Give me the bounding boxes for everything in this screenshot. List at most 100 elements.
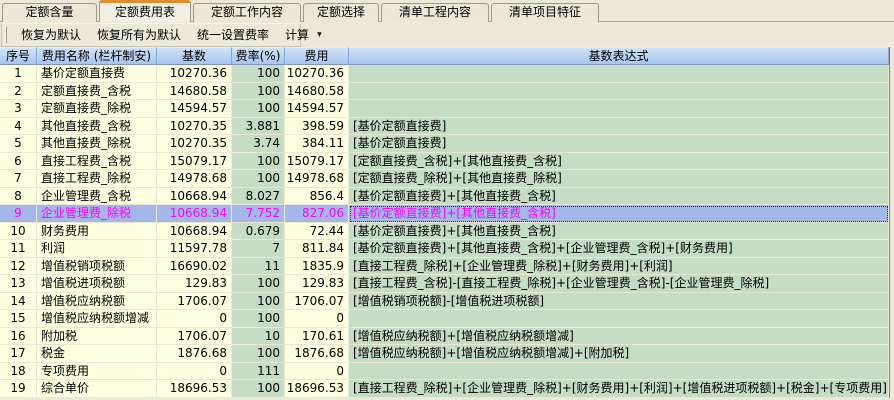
cell-expression[interactable]: [基价定额直接费]+[其他直接费_含税]+[企业管理费_含税]+[财务费用] [349, 240, 889, 258]
cell-rate[interactable]: 100 [232, 83, 285, 101]
cell-expression[interactable]: [定额直接费_含税]+[其他直接费_含税] [349, 153, 889, 171]
cell-seq[interactable]: 14 [0, 293, 37, 311]
cell-rate[interactable]: 111 [232, 363, 285, 381]
table-row[interactable]: 9企业管理费_除税10668.947.752827.06[基价定额直接费]+[其… [0, 205, 889, 223]
cell-expression[interactable]: [增值税销项税额]-[增值税进项税额] [349, 293, 889, 311]
cell-fee[interactable]: 72.44 [285, 223, 349, 241]
cell-rate[interactable]: 100 [232, 345, 285, 363]
cell-seq[interactable]: 9 [0, 205, 37, 223]
cell-seq[interactable]: 7 [0, 170, 37, 188]
tab-quota-work-content[interactable]: 定额工作内容 [193, 3, 301, 22]
cell-base[interactable]: 10668.94 [157, 205, 232, 223]
cell-seq[interactable]: 6 [0, 153, 37, 171]
cell-seq[interactable]: 12 [0, 258, 37, 276]
cell-rate[interactable]: 8.027 [232, 188, 285, 206]
cell-seq[interactable]: 4 [0, 118, 37, 136]
cell-seq[interactable]: 17 [0, 345, 37, 363]
calculate-button[interactable]: 计算 [277, 25, 317, 45]
cell-fee[interactable]: 827.06 [285, 205, 349, 223]
cell-name[interactable]: 综合单价 [37, 380, 157, 398]
cell-fee[interactable]: 18696.53 [285, 380, 349, 398]
table-row[interactable]: 7直接工程费_除税14978.6810014978.68[定额直接费_除税]+[… [0, 170, 889, 188]
cell-fee[interactable]: 0 [285, 310, 349, 328]
tab-quota-fee-table[interactable]: 定额费用表 [99, 0, 191, 22]
cell-expression[interactable]: [基价定额直接费] [349, 135, 889, 153]
cell-fee[interactable]: 14680.58 [285, 83, 349, 101]
tab-list-item-feature[interactable]: 清单项目特征 [491, 3, 599, 22]
cell-name[interactable]: 税金 [37, 345, 157, 363]
cell-expression[interactable] [349, 83, 889, 101]
cell-name[interactable]: 附加税 [37, 328, 157, 346]
cell-fee[interactable]: 1706.07 [285, 293, 349, 311]
cell-rate[interactable]: 100 [232, 275, 285, 293]
cell-name[interactable]: 基价定额直接费 [37, 65, 157, 83]
cell-expression[interactable]: [基价定额直接费]+[其他直接费_含税] [349, 205, 889, 223]
cell-base[interactable]: 1706.07 [157, 328, 232, 346]
cell-fee[interactable]: 384.11 [285, 135, 349, 153]
cell-base[interactable]: 0 [157, 363, 232, 381]
cell-seq[interactable]: 8 [0, 188, 37, 206]
table-row[interactable]: 1基价定额直接费10270.3610010270.36 [0, 65, 889, 83]
table-row[interactable]: 3定额直接费_除税14594.5710014594.57 [0, 100, 889, 118]
table-row[interactable]: 19综合单价18696.5310018696.53[直接工程费_除税]+[企业管… [0, 380, 889, 398]
cell-name[interactable]: 企业管理费_含税 [37, 188, 157, 206]
tab-quota-select[interactable]: 定额选择 [303, 3, 379, 22]
cell-expression[interactable] [349, 363, 889, 381]
chevron-down-icon[interactable]: ▾ [317, 24, 326, 46]
cell-seq[interactable]: 18 [0, 363, 37, 381]
cell-seq[interactable]: 13 [0, 275, 37, 293]
unified-set-rate-button[interactable]: 统一设置费率 [189, 25, 277, 45]
cell-fee[interactable]: 14594.57 [285, 100, 349, 118]
cell-base[interactable]: 0 [157, 310, 232, 328]
cell-expression[interactable]: [基价定额直接费]+[其他直接费_含税] [349, 223, 889, 241]
cell-rate[interactable]: 100 [232, 65, 285, 83]
cell-name[interactable]: 增值税应纳税额 [37, 293, 157, 311]
cell-seq[interactable]: 15 [0, 310, 37, 328]
cell-expression[interactable]: [直接工程费_除税]+[企业管理费_除税]+[财务费用]+[利润]+[增值税进项… [349, 380, 889, 398]
cell-expression[interactable]: [直接工程费_除税]+[企业管理费_除税]+[财务费用]+[利润] [349, 258, 889, 276]
cell-name[interactable]: 增值税应纳税额增减 [37, 310, 157, 328]
cell-expression[interactable]: [定额直接费_除税]+[其他直接费_除税] [349, 170, 889, 188]
cell-base[interactable]: 10270.35 [157, 118, 232, 136]
cell-rate[interactable]: 7.752 [232, 205, 285, 223]
cell-name[interactable]: 增值税进项税额 [37, 275, 157, 293]
cell-name[interactable]: 企业管理费_除税 [37, 205, 157, 223]
cell-seq[interactable]: 1 [0, 65, 37, 83]
cell-name[interactable]: 财务费用 [37, 223, 157, 241]
table-row[interactable]: 10财务费用10668.940.67972.44[基价定额直接费]+[其他直接费… [0, 223, 889, 241]
tab-list-work-content[interactable]: 清单工程内容 [381, 3, 489, 22]
cell-base[interactable]: 10270.35 [157, 135, 232, 153]
cell-seq[interactable]: 16 [0, 328, 37, 346]
cell-base[interactable]: 16690.02 [157, 258, 232, 276]
cell-rate[interactable]: 3.881 [232, 118, 285, 136]
tab-quota-content[interactable]: 定额含量 [2, 3, 97, 22]
cell-seq[interactable]: 19 [0, 380, 37, 398]
cell-rate[interactable]: 100 [232, 310, 285, 328]
column-header-seq[interactable]: 序号 [0, 47, 37, 65]
cell-name[interactable]: 专项费用 [37, 363, 157, 381]
cell-fee[interactable]: 15079.17 [285, 153, 349, 171]
cell-fee[interactable]: 129.83 [285, 275, 349, 293]
table-row[interactable]: 16附加税1706.0710170.61[增值税应纳税额]+[增值税应纳税额增减… [0, 328, 889, 346]
cell-base[interactable]: 18696.53 [157, 380, 232, 398]
cell-seq[interactable]: 3 [0, 100, 37, 118]
cell-rate[interactable]: 100 [232, 153, 285, 171]
column-header-fee[interactable]: 费用 [285, 47, 349, 65]
cell-rate[interactable]: 100 [232, 293, 285, 311]
cell-expression[interactable] [349, 65, 889, 83]
cell-base[interactable]: 14594.57 [157, 100, 232, 118]
cell-fee[interactable]: 0 [285, 363, 349, 381]
cell-name[interactable]: 定额直接费_含税 [37, 83, 157, 101]
cell-rate[interactable]: 7 [232, 240, 285, 258]
column-header-expression[interactable]: 基数表达式 [349, 47, 889, 65]
cell-expression[interactable]: [直接工程费_含税]-[直接工程费_除税]+[企业管理费_含税]-[企业管理费_… [349, 275, 889, 293]
restore-default-button[interactable]: 恢复为默认 [13, 25, 89, 45]
table-row[interactable]: 12增值税销项税额16690.02111835.9[直接工程费_除税]+[企业管… [0, 258, 889, 276]
cell-fee[interactable]: 398.59 [285, 118, 349, 136]
cell-base[interactable]: 1876.68 [157, 345, 232, 363]
cell-name[interactable]: 其他直接费_含税 [37, 118, 157, 136]
cell-seq[interactable]: 10 [0, 223, 37, 241]
cell-expression[interactable]: [基价定额直接费]+[其他直接费_含税] [349, 188, 889, 206]
cell-base[interactable]: 15079.17 [157, 153, 232, 171]
cell-name[interactable]: 定额直接费_除税 [37, 100, 157, 118]
